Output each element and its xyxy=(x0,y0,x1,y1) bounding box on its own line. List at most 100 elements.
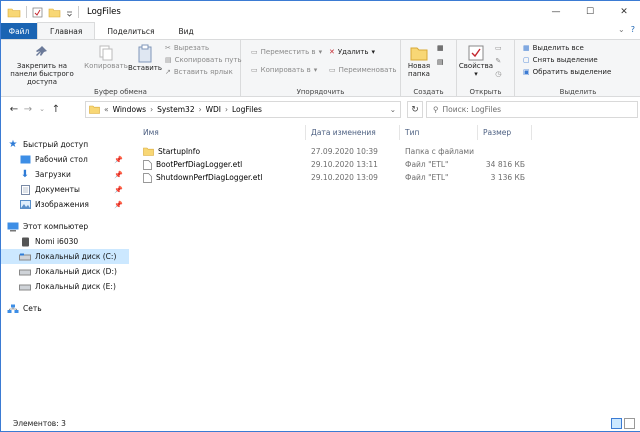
copy-path-button[interactable]: ▤ Скопировать путь xyxy=(165,56,242,64)
nav-documents[interactable]: Документы 📌 xyxy=(1,182,129,197)
breadcrumb-windows[interactable]: Windows xyxy=(113,105,146,114)
open-icon[interactable]: ▭ xyxy=(495,44,502,52)
breadcrumb-logfiles[interactable]: LogFiles xyxy=(232,105,262,114)
tab-share[interactable]: Поделиться xyxy=(95,23,166,39)
close-button[interactable]: ✕ xyxy=(607,1,640,23)
overflow-chevron[interactable]: « xyxy=(104,105,109,114)
move-to-button[interactable]: ▭ Переместить в ▾ xyxy=(251,48,322,56)
breadcrumb-separator-icon[interactable]: › xyxy=(150,105,153,114)
pin-icon: 📌 xyxy=(114,170,123,179)
rename-button[interactable]: ▭ Переименовать xyxy=(329,66,397,74)
collapse-ribbon-icon[interactable]: ⌄ xyxy=(618,25,625,34)
nav-quick-access[interactable]: ★ Быстрый доступ xyxy=(1,137,129,152)
chevron-down-icon: ▾ xyxy=(474,70,478,78)
refresh-button[interactable]: ↻ xyxy=(407,101,423,118)
nav-network-label: Сеть xyxy=(23,304,42,313)
table-row[interactable]: ShutdownPerfDiagLogger.etl 29.10.2020 13… xyxy=(133,171,533,184)
properties-icon[interactable] xyxy=(32,7,43,18)
customize-qat-icon[interactable] xyxy=(66,7,73,18)
details-view-button[interactable] xyxy=(611,418,622,429)
move-icon: ▭ xyxy=(251,48,258,56)
refresh-icon: ↻ xyxy=(411,104,419,115)
column-header-type[interactable]: Тип xyxy=(405,125,419,140)
recent-locations-button[interactable]: ⌄ xyxy=(35,105,49,113)
paste-shortcut-button[interactable]: ↗ Вставить ярлык xyxy=(165,68,233,76)
file-name-cell: StartupInfo xyxy=(143,145,200,158)
nav-disk-e-label: Локальный диск (E:) xyxy=(35,282,116,291)
search-box[interactable]: ⚲ Поиск: LogFiles xyxy=(426,101,638,118)
window-title: LogFiles xyxy=(87,7,121,17)
search-placeholder: Поиск: LogFiles xyxy=(442,105,502,114)
maximize-button[interactable]: ☐ xyxy=(573,1,607,23)
folder-icon xyxy=(7,8,21,17)
nav-downloads[interactable]: ⬇ Загрузки 📌 xyxy=(1,167,129,182)
address-row: ← → ⌄ ↑ « Windows › System32 › WDI › Log… xyxy=(1,97,640,121)
table-row[interactable]: BootPerfDiagLogger.etl 29.10.2020 13:11 … xyxy=(133,158,533,171)
easy-access-icon[interactable]: ▤ xyxy=(437,58,444,66)
nav-desktop-label: Рабочий стол xyxy=(35,155,88,164)
nav-this-pc[interactable]: Этот компьютер xyxy=(1,219,129,234)
open-group: Свойства ▾ ▭ ✎ ◷ Открыть xyxy=(457,40,515,98)
select-all-button[interactable]: ▦ Выделить все xyxy=(523,44,584,52)
separator xyxy=(26,6,27,18)
tab-file[interactable]: Файл xyxy=(1,23,37,39)
invert-selection-icon: ▣ xyxy=(523,68,530,76)
column-divider[interactable] xyxy=(399,125,400,140)
column-divider[interactable] xyxy=(305,125,306,140)
file-name: StartupInfo xyxy=(158,147,201,156)
pin-quick-access-button[interactable]: Закрепить на панели быстрого доступа xyxy=(5,44,79,86)
new-item-icon[interactable]: ▦ xyxy=(437,44,444,52)
address-bar[interactable]: « Windows › System32 › WDI › LogFiles ⌄ xyxy=(85,101,401,118)
breadcrumb-separator-icon[interactable]: › xyxy=(225,105,228,114)
tab-home[interactable]: Главная xyxy=(37,22,96,39)
new-folder-icon[interactable] xyxy=(48,7,61,18)
open-small-buttons: ▭ ✎ ◷ xyxy=(495,44,502,78)
delete-button[interactable]: ✕ Удалить ▾ xyxy=(329,48,375,56)
copy-button[interactable]: Копировать xyxy=(84,44,128,70)
nav-network[interactable]: Сеть xyxy=(1,301,129,316)
chevron-down-icon: ▾ xyxy=(371,48,376,56)
properties-button[interactable]: Свойства ▾ xyxy=(459,44,493,78)
nav-nomi[interactable]: Nomi i6030 xyxy=(1,234,129,249)
table-row[interactable]: StartupInfo 27.09.2020 10:39 Папка с фай… xyxy=(133,145,533,158)
new-folder-icon xyxy=(410,47,428,61)
nav-nomi-label: Nomi i6030 xyxy=(35,237,79,246)
column-header-size[interactable]: Размер xyxy=(483,125,511,140)
column-divider[interactable] xyxy=(477,125,478,140)
nav-disk-e[interactable]: Локальный диск (E:) xyxy=(1,279,129,294)
item-count: Элементов: 3 xyxy=(13,419,66,428)
new-item-buttons: ▦ ▤ xyxy=(437,44,444,66)
up-button[interactable]: ↑ xyxy=(49,104,63,115)
tab-view[interactable]: Вид xyxy=(167,23,206,39)
minimize-button[interactable]: — xyxy=(539,1,573,23)
breadcrumb-wdi[interactable]: WDI xyxy=(206,105,221,114)
back-button[interactable]: ← xyxy=(7,104,21,115)
cut-button[interactable]: ✂ Вырезать xyxy=(165,44,209,52)
move-label: Переместить в xyxy=(260,48,316,56)
nav-documents-label: Документы xyxy=(35,185,80,194)
pin-icon xyxy=(36,46,47,56)
nav-pictures[interactable]: Изображения 📌 xyxy=(1,197,129,212)
column-divider[interactable] xyxy=(531,125,532,140)
nav-desktop[interactable]: Рабочий стол 📌 xyxy=(1,152,129,167)
help-icon[interactable]: ? xyxy=(631,25,635,34)
breadcrumb-separator-icon[interactable]: › xyxy=(199,105,202,114)
paste-button[interactable]: Вставить xyxy=(128,44,162,72)
column-header-date[interactable]: Дата изменения xyxy=(311,125,376,140)
new-folder-button[interactable]: Новая папка xyxy=(405,44,433,78)
column-header-name[interactable]: Имя xyxy=(143,125,159,140)
nav-disk-d[interactable]: Локальный диск (D:) xyxy=(1,264,129,279)
address-dropdown-icon[interactable]: ⌄ xyxy=(390,105,396,114)
shortcut-icon: ↗ xyxy=(165,68,171,76)
forward-button[interactable]: → xyxy=(21,104,35,115)
ribbon: Закрепить на панели быстрого доступа Коп… xyxy=(1,39,640,98)
edit-icon[interactable]: ✎ xyxy=(495,57,501,65)
select-none-button[interactable]: ▢ Снять выделение xyxy=(523,56,598,64)
invert-selection-button[interactable]: ▣ Обратить выделение xyxy=(523,68,611,76)
nav-disk-c[interactable]: Локальный диск (C:) xyxy=(1,249,129,264)
breadcrumb-system32[interactable]: System32 xyxy=(157,105,195,114)
copy-to-button[interactable]: ▭ Копировать в ▾ xyxy=(251,66,317,74)
history-icon[interactable]: ◷ xyxy=(495,70,501,78)
copy-path-icon: ▤ xyxy=(165,56,172,64)
large-icons-view-button[interactable] xyxy=(624,418,635,429)
